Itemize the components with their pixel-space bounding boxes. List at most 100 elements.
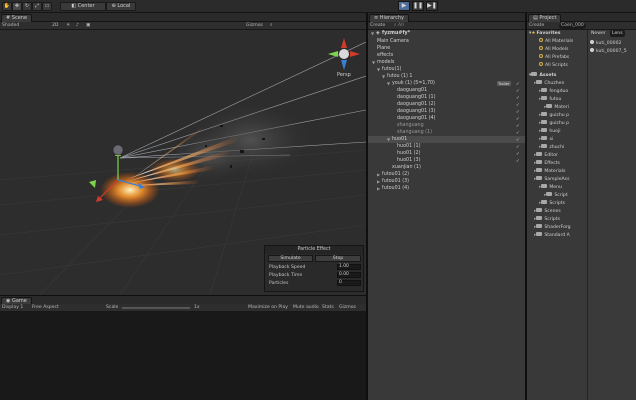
hierarchy-create-dropdown[interactable]: Create	[370, 23, 385, 29]
tab-project[interactable]: ▤ Project	[528, 14, 562, 22]
project-search-input[interactable]: Coen_000	[559, 23, 586, 29]
favorites-item[interactable]: All Materials	[539, 38, 573, 45]
scene-gizmos-dropdown[interactable]: Gizmos	[246, 23, 263, 29]
hierarchy-item[interactable]: ▶ futou01 (4)	[368, 185, 525, 192]
move-tool-button[interactable]: ✥	[12, 2, 22, 11]
playback-speed-field[interactable]: 1.00	[337, 264, 361, 270]
game-viewport[interactable]	[0, 312, 366, 400]
hierarchy-item[interactable]: daoguang01 (2) ✓	[368, 101, 525, 108]
project-folder[interactable]: ▸ ShaderForg	[534, 224, 571, 231]
chevron-right-icon[interactable]: ▶	[377, 171, 380, 178]
favorites-item[interactable]: All Models	[539, 46, 568, 53]
favorites-header[interactable]: ▾★Favorites	[529, 30, 560, 37]
mode-2d-toggle[interactable]: 2D	[52, 23, 58, 29]
project-folder[interactable]: ▸ Scripts	[539, 200, 565, 207]
lighting-toggle[interactable]: ☀	[66, 23, 70, 29]
chevron-right-icon[interactable]: ▶	[377, 185, 380, 192]
tab-hierarchy[interactable]: ≡ Hierarchy	[369, 14, 409, 22]
chevron-down-icon[interactable]: ▼	[387, 136, 390, 143]
hierarchy-item[interactable]: ▶ futou01 (2)	[368, 171, 525, 178]
hierarchy-item[interactable]: ▼ models	[368, 59, 525, 66]
stop-button[interactable]: Stop	[315, 255, 361, 262]
hierarchy-item[interactable]: ▼ youk (1) (5=1,70) Trailer ✓	[368, 80, 525, 87]
project-folder[interactable]: ▸ Effects	[534, 160, 560, 167]
hierarchy-item[interactable]: xuanjian (1)	[368, 164, 525, 171]
hierarchy-item[interactable]: shanguang (1) ✓	[368, 129, 525, 136]
hierarchy-item[interactable]: ▶ futou01 (3)	[368, 178, 525, 185]
project-folder[interactable]: ▸ Materials	[534, 168, 565, 175]
hierarchy-item[interactable]: Main Camera	[368, 38, 525, 45]
chevron-down-icon[interactable]: ▼	[387, 80, 390, 87]
game-gizmos-dropdown[interactable]: Gizmos	[339, 305, 356, 311]
hierarchy-item[interactable]: ▼ futou (1) 1	[368, 73, 525, 80]
project-folder[interactable]: ▸ xi	[539, 136, 553, 143]
chevron-down-icon[interactable]: ▼	[377, 66, 380, 73]
project-create-dropdown[interactable]: Create	[529, 23, 544, 29]
project-folder[interactable]: ▸ futou	[539, 96, 561, 103]
lens-filter[interactable]: Lens	[610, 30, 625, 37]
rect-tool-button[interactable]: ▭	[42, 2, 52, 11]
scale-slider[interactable]	[122, 307, 190, 309]
hierarchy-item[interactable]: daoguang01 (3) ✓	[368, 108, 525, 115]
favorites-item[interactable]: All Scripts	[539, 62, 568, 69]
project-folder[interactable]: ▸ SampleAss	[534, 176, 569, 183]
hierarchy-item[interactable]: effects	[368, 52, 525, 59]
pause-button[interactable]: ❚❚	[412, 1, 424, 11]
chevron-down-icon[interactable]: ▼	[382, 73, 385, 80]
hierarchy-item[interactable]: Plane	[368, 45, 525, 52]
stats-toggle[interactable]: Stats	[322, 305, 334, 311]
hierarchy-item[interactable]: daoguang01 ✓	[368, 87, 525, 94]
shading-mode-dropdown[interactable]: Shaded	[2, 23, 19, 29]
project-folder[interactable]: ▸ guizhu p	[539, 112, 569, 119]
simulate-button[interactable]: Simulate	[268, 255, 313, 262]
project-folder[interactable]: ▸ Chuzhen	[534, 80, 564, 87]
scene-root-row[interactable]: ▼ ◈ fyzmu#fy*	[368, 30, 525, 37]
scene-viewport[interactable]: Persp Particle Effect Simulate Stop Play…	[0, 30, 366, 295]
audio-toggle[interactable]: ♪	[76, 23, 79, 29]
display-dropdown[interactable]: Display 1	[2, 305, 23, 311]
hierarchy-item[interactable]: daoguang01 (1) ✓	[368, 94, 525, 101]
scale-tool-button[interactable]: ⤢	[32, 2, 42, 11]
project-folder[interactable]: ▸ fengduo	[539, 88, 568, 95]
project-folder[interactable]: ▸ huoji	[539, 128, 561, 135]
hierarchy-item[interactable]: huo01 (1) ✓	[368, 143, 525, 150]
hierarchy-item[interactable]: daoguang01 (4) ✓	[368, 115, 525, 122]
scene-search-field[interactable]: ⌕	[270, 23, 273, 29]
hierarchy-item[interactable]: huo01 (2) ✓	[368, 150, 525, 157]
project-folder[interactable]: ▸ guizhu p	[539, 120, 569, 127]
maximize-on-play-toggle[interactable]: Maximize on Play	[248, 305, 288, 311]
step-button[interactable]: ▶❚	[426, 1, 438, 11]
effects-toggle[interactable]: ▣	[86, 23, 90, 29]
aspect-dropdown[interactable]: Free Aspect	[32, 305, 59, 311]
hierarchy-item[interactable]: ▼ huo01 ✓	[368, 136, 525, 143]
favorites-item[interactable]: All Prefabs	[539, 54, 569, 61]
asset-item[interactable]: kuti_00002	[590, 40, 621, 47]
project-folder[interactable]: ▸ zhuchi	[539, 144, 564, 151]
pivot-local-toggle[interactable]: ⊕ Local	[106, 2, 136, 11]
assets-header[interactable]: ▾ Assets	[529, 72, 556, 79]
image-icon: ▣	[86, 23, 91, 28]
sort-dropdown[interactable]: Newer	[591, 30, 606, 37]
hierarchy-item[interactable]: shanguang ✓	[368, 122, 525, 129]
project-folder[interactable]: ▸ Scripts	[534, 216, 560, 223]
rotate-tool-button[interactable]: ↻	[22, 2, 32, 11]
hierarchy-item[interactable]: huo01 (3) ✓	[368, 157, 525, 164]
hierarchy-item[interactable]: ▼ futou(1)	[368, 66, 525, 73]
project-folder[interactable]: ▸ Standard A	[534, 232, 570, 239]
hand-tool-button[interactable]: ✋	[2, 2, 12, 11]
project-folder[interactable]: ▸ Materi	[544, 104, 569, 111]
chevron-down-icon[interactable]: ▼	[372, 59, 375, 66]
project-folder[interactable]: ▸ Editor	[534, 152, 558, 159]
hierarchy-search-input[interactable]: ⌕ All	[394, 23, 404, 29]
project-folder[interactable]: ▸ Scenes	[534, 208, 561, 215]
chevron-right-icon[interactable]: ▶	[377, 178, 380, 185]
orientation-gizmo[interactable]	[328, 38, 360, 70]
play-button[interactable]: ▶	[398, 1, 410, 11]
project-folder[interactable]: ▸ Menu	[539, 184, 562, 191]
mute-audio-toggle[interactable]: Mute audio	[293, 305, 319, 311]
pivot-center-toggle[interactable]: ◧ Center	[60, 2, 106, 11]
project-folder[interactable]: ▸ Script	[544, 192, 568, 199]
tab-scene[interactable]: # Scene	[1, 14, 33, 22]
playback-time-field[interactable]: 0.00	[337, 272, 361, 278]
asset-item[interactable]: kuti_00007_5	[590, 48, 627, 55]
